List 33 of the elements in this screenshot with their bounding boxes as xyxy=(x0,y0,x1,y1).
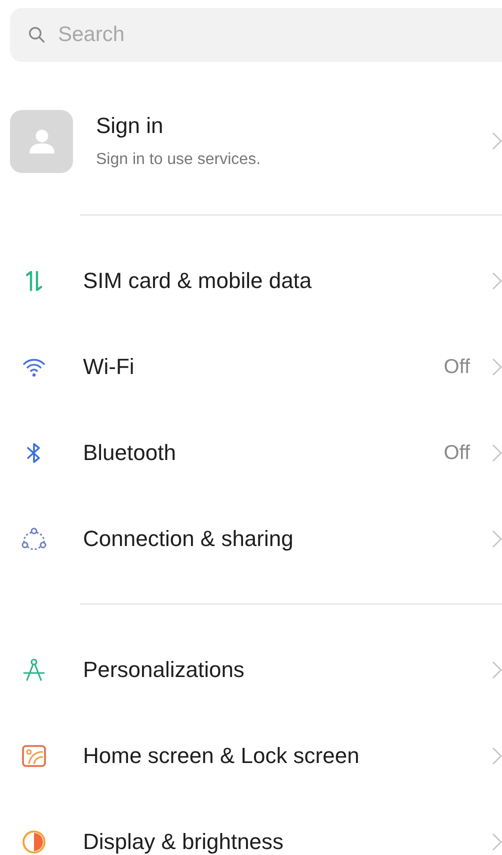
chevron-icon xyxy=(492,357,502,377)
settings-item[interactable]: SIM card & mobile data xyxy=(0,238,502,324)
settings-item[interactable]: Connection & sharing xyxy=(0,496,502,582)
settings-item[interactable]: Wi-Fi Off xyxy=(0,324,502,410)
search-field[interactable]: Search xyxy=(10,8,502,62)
item-label: Connection & sharing xyxy=(83,526,294,552)
settings-item[interactable]: Bluetooth Off xyxy=(0,410,502,496)
chevron-icon xyxy=(492,271,502,291)
avatar-icon xyxy=(10,110,73,172)
item-label: Home screen & Lock screen xyxy=(83,743,360,769)
item-value: Off xyxy=(444,356,470,378)
chevron-icon xyxy=(492,443,502,463)
item-label: SIM card & mobile data xyxy=(83,268,313,294)
sign-in-row[interactable]: Sign in Sign in to use services. xyxy=(0,109,502,173)
item-label: Personalizations xyxy=(83,657,246,683)
connection-icon xyxy=(21,527,47,551)
chevron-icon xyxy=(492,832,502,852)
settings-item[interactable]: Home screen & Lock screen xyxy=(0,713,502,799)
chevron-icon xyxy=(492,529,502,549)
chevron-icon xyxy=(492,746,502,766)
half-circle-icon xyxy=(21,829,47,855)
item-label: Display & brightness xyxy=(83,829,285,855)
chevron-icon xyxy=(492,131,502,151)
item-label: Bluetooth xyxy=(83,440,177,466)
chevron-icon xyxy=(492,660,502,680)
compass-icon xyxy=(21,657,47,683)
settings-item[interactable]: Personalizations xyxy=(0,627,502,713)
wallpaper-icon xyxy=(21,743,47,769)
sign-in-title: Sign in xyxy=(96,113,164,139)
sign-in-subtitle: Sign in to use services. xyxy=(96,151,262,169)
item-label: Wi-Fi xyxy=(83,354,136,380)
item-value: Off xyxy=(444,442,470,464)
settings-item[interactable]: Display & brightness xyxy=(0,799,502,855)
